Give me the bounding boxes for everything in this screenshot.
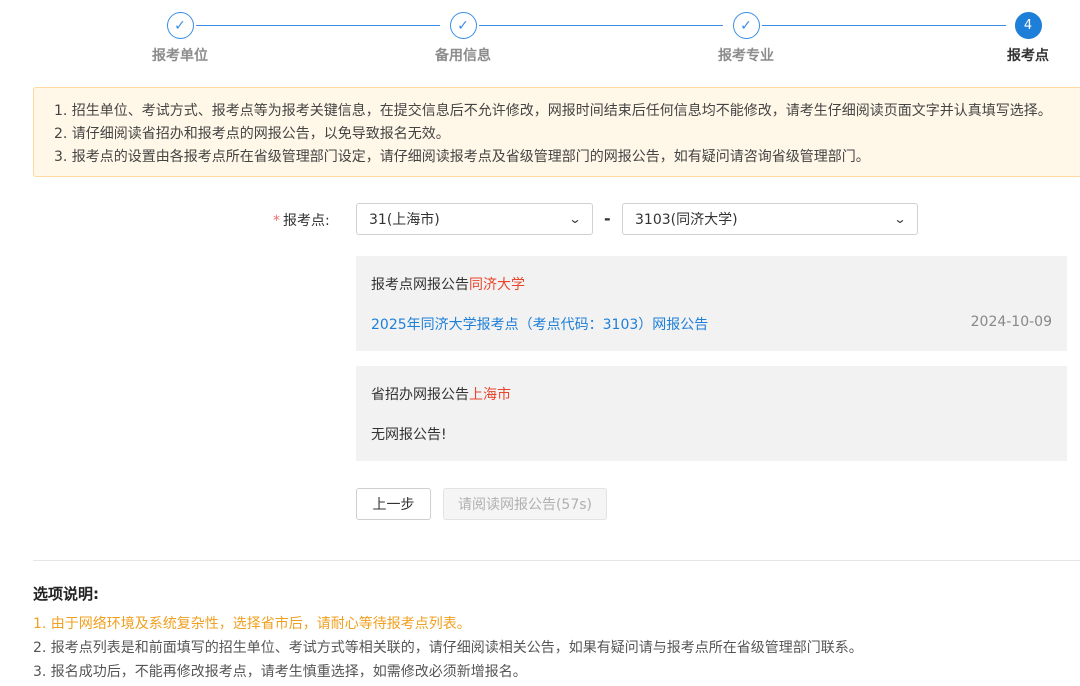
check-icon: ✓ — [449, 12, 477, 39]
site-announcement-panel: 报考点网报公告同济大学 2025年同济大学报考点（考点代码：3103）网报公告 … — [356, 256, 1067, 351]
explanation-item: 3. 报名成功后，不能再修改报考点，请考生慎重选择，如需修改必须新增报名。 — [33, 664, 527, 680]
chevron-down-icon: ⌄ — [568, 212, 582, 226]
title-text: 省招办网报公告 — [371, 387, 469, 403]
step-1: ✓ 报考单位 — [135, 12, 225, 65]
notice-line: 3. 报考点的设置由各报考点所在省级管理部门设定，请仔细阅读报考点及省级管理部门… — [54, 149, 870, 165]
chevron-down-icon: ⌄ — [893, 212, 907, 226]
step-label: 报考点 — [1007, 48, 1049, 64]
step-4: 4 报考点 — [983, 12, 1073, 65]
title-text: 报考点网报公告 — [371, 277, 469, 293]
check-icon: ✓ — [732, 12, 760, 39]
explanation-item: 2. 报考点列表是和前面填写的招生单位、考试方式等相关联的，请仔细阅读相关公告，… — [33, 640, 863, 656]
divider — [33, 560, 1080, 561]
check-icon: ✓ — [166, 12, 194, 39]
announcement-date: 2024-10-09 — [970, 314, 1052, 330]
read-announcement-button[interactable]: 请阅读网报公告(57s) — [443, 488, 607, 520]
select-separator: - — [604, 209, 611, 228]
step-label: 备用信息 — [435, 48, 491, 64]
step-label: 报考专业 — [718, 48, 774, 64]
step-number: 4 — [1014, 12, 1042, 39]
province-select[interactable]: 31(上海市) ⌄ — [356, 203, 593, 235]
exam-site-select-value: 3103(同济大学) — [635, 212, 738, 228]
site-name: 同济大学 — [469, 277, 525, 293]
announcement-link[interactable]: 2025年同济大学报考点（考点代码：3103）网报公告 — [371, 314, 708, 334]
notice-box: 1. 招生单位、考试方式、报考点等为报考关键信息，在提交信息后不允许修改，网报时… — [33, 87, 1080, 177]
step-connector — [479, 25, 723, 26]
province-announcement-title: 省招办网报公告上海市 — [371, 384, 511, 404]
step-connector — [196, 25, 440, 26]
exam-site-label: * 报考点: — [273, 210, 330, 230]
notice-line: 2. 请仔细阅读省招办和报考点的网报公告，以免导致报名无效。 — [54, 126, 450, 142]
no-announcement-text: 无网报公告! — [371, 427, 447, 443]
step-label: 报考单位 — [152, 48, 208, 64]
step-3: ✓ 报考专业 — [701, 12, 791, 65]
province-name: 上海市 — [469, 387, 511, 403]
province-announcement-panel: 省招办网报公告上海市 无网报公告! — [356, 366, 1067, 461]
step-2: ✓ 备用信息 — [418, 12, 508, 65]
progress-stepper: ✓ 报考单位 ✓ 备用信息 ✓ 报考专业 4 报考点 — [0, 0, 1080, 70]
province-select-value: 31(上海市) — [369, 212, 440, 228]
exam-site-select[interactable]: 3103(同济大学) ⌄ — [622, 203, 918, 235]
required-mark: * — [273, 213, 280, 229]
site-announcement-title: 报考点网报公告同济大学 — [371, 274, 525, 294]
explanation-item: 1. 由于网络环境及系统复杂性，选择省市后，请耐心等待报考点列表。 — [33, 616, 471, 632]
notice-line: 1. 招生单位、考试方式、报考点等为报考关键信息，在提交信息后不允许修改，网报时… — [54, 103, 1052, 119]
step-connector — [762, 25, 1006, 26]
label-text: 报考点: — [283, 213, 330, 229]
prev-step-button[interactable]: 上一步 — [356, 488, 431, 520]
explanation-title: 选项说明: — [33, 585, 99, 603]
